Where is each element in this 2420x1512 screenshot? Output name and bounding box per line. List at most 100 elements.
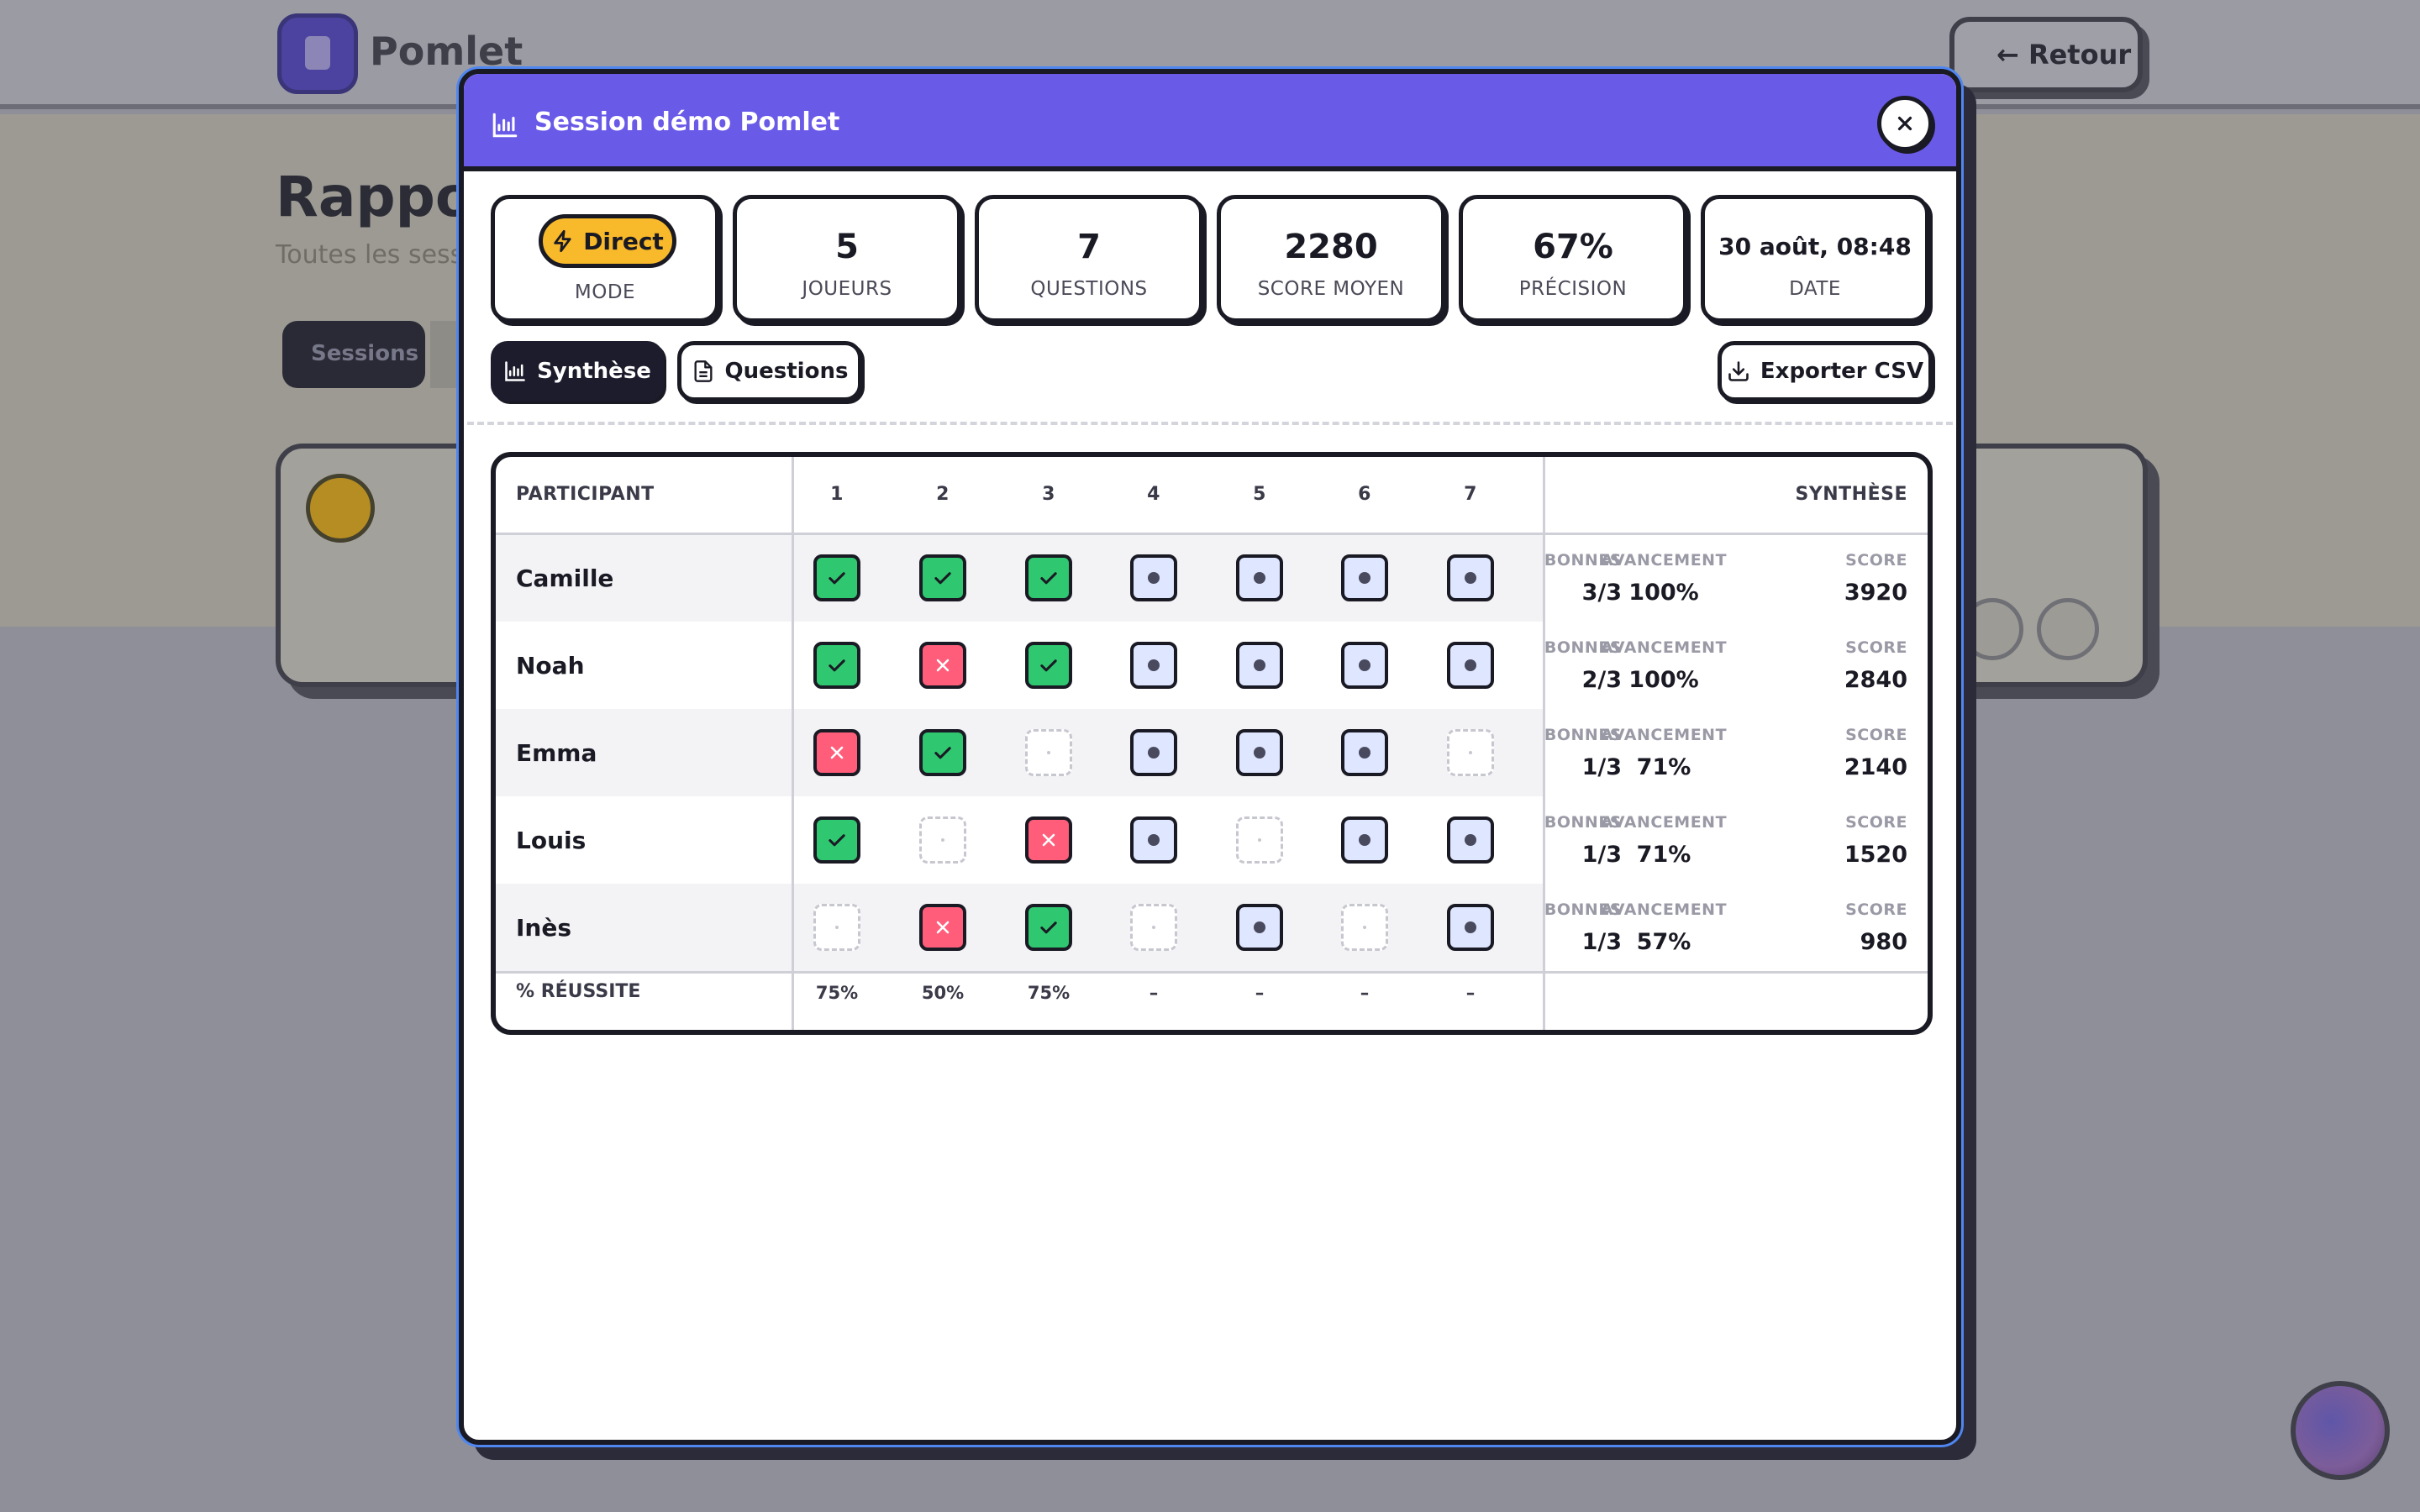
answer-cell-correct[interactable] — [919, 729, 966, 776]
pending-dot-icon — [1465, 659, 1476, 671]
tab-summary[interactable]: Synthèse — [491, 341, 664, 402]
answer-cell-pending[interactable] — [1447, 904, 1494, 951]
tab-questions-label: Questions — [724, 359, 849, 384]
no-answer-icon — [1363, 926, 1366, 929]
answer-cell-wrong[interactable] — [813, 729, 860, 776]
pending-dot-icon — [1254, 921, 1265, 933]
check-icon — [934, 747, 951, 759]
summary-value-score: 1520 — [1844, 842, 1907, 868]
no-answer-icon — [1469, 751, 1472, 754]
answer-cell-pending[interactable] — [1341, 642, 1388, 689]
answer-cell-pending[interactable] — [1447, 642, 1494, 689]
stat-mode: Direct MODE — [491, 195, 719, 323]
summary-label-score: SCORE — [1845, 726, 1907, 744]
answer-cell-empty[interactable] — [813, 904, 860, 951]
stat-label: JOUEURS — [802, 278, 892, 300]
participant-name: Louis — [516, 827, 587, 854]
back-button: ← Retour — [1949, 17, 2143, 92]
answer-cell-pending[interactable] — [1341, 816, 1388, 864]
answer-cell-pending[interactable] — [1130, 554, 1177, 601]
cross-icon — [830, 746, 844, 759]
answer-cell-wrong[interactable] — [1025, 816, 1072, 864]
stat-value: 30 août, 08:48 — [1718, 233, 1912, 260]
summary-label-score: SCORE — [1845, 813, 1907, 832]
answer-cell-empty[interactable] — [1130, 904, 1177, 951]
success-rate: 75% — [1027, 983, 1071, 1003]
pending-dot-icon — [1148, 834, 1160, 846]
answer-cell-pending[interactable] — [1447, 816, 1494, 864]
answer-cell-pending[interactable] — [1341, 729, 1388, 776]
row-divider — [496, 971, 1928, 974]
stat-label: DATE — [1789, 278, 1841, 300]
cross-icon — [936, 921, 950, 934]
tab-sessions: Sessions — [282, 321, 425, 388]
header-question: 3 — [1042, 484, 1055, 505]
answer-cell-pending[interactable] — [1341, 554, 1388, 601]
document-icon — [694, 360, 713, 382]
answer-cell-wrong[interactable] — [919, 904, 966, 951]
answer-cell-empty[interactable] — [1447, 729, 1494, 776]
close-button[interactable] — [1877, 96, 1933, 151]
cross-icon — [1042, 833, 1055, 847]
header-summary: SYNTHÈSE — [1795, 484, 1907, 505]
summary-label-score: SCORE — [1845, 900, 1907, 919]
answer-cell-wrong[interactable] — [919, 642, 966, 689]
answer-cell-pending[interactable] — [1236, 904, 1283, 951]
answer-cell-correct[interactable] — [1025, 904, 1072, 951]
check-icon — [829, 659, 845, 672]
answer-cell-pending[interactable] — [1236, 642, 1283, 689]
answer-cell-pending[interactable] — [1447, 554, 1494, 601]
answer-cell-correct[interactable] — [813, 642, 860, 689]
stat-value: 67% — [1533, 228, 1613, 266]
summary-label-progress: AVANCEMENT — [1600, 813, 1728, 832]
answer-cell-empty[interactable] — [1025, 729, 1072, 776]
no-answer-icon — [941, 838, 944, 842]
summary-value-progress: 71% — [1636, 842, 1691, 868]
answer-cell-correct[interactable] — [813, 554, 860, 601]
export-csv-label: Exporter CSV — [1760, 359, 1924, 384]
divider — [467, 422, 1953, 425]
answer-cell-pending[interactable] — [1236, 729, 1283, 776]
export-csv-button[interactable]: Exporter CSV — [1718, 341, 1933, 402]
summary-label-score: SCORE — [1845, 638, 1907, 657]
summary-value-progress: 57% — [1636, 929, 1691, 955]
close-icon — [1897, 116, 1912, 131]
stat-questions: 7 QUESTIONS — [975, 195, 1203, 323]
pending-dot-icon — [1148, 659, 1160, 671]
header-question: 2 — [936, 484, 950, 505]
stat-value: 5 — [835, 228, 859, 266]
summary-label-score: SCORE — [1845, 551, 1907, 570]
pending-dot-icon — [1359, 659, 1370, 671]
answer-cell-pending[interactable] — [1236, 554, 1283, 601]
answer-cell-correct[interactable] — [1025, 642, 1072, 689]
answer-cell-correct[interactable] — [1025, 554, 1072, 601]
check-icon — [1040, 921, 1057, 934]
check-icon — [934, 572, 951, 585]
answer-cell-correct[interactable] — [813, 816, 860, 864]
check-icon — [1040, 659, 1057, 672]
pending-dot-icon — [1254, 659, 1265, 671]
answer-cell-pending[interactable] — [1130, 642, 1177, 689]
download-icon — [1728, 361, 1749, 381]
success-rate: – — [1360, 983, 1370, 1003]
summary-value-score: 980 — [1860, 929, 1907, 955]
no-answer-icon — [1047, 751, 1050, 754]
no-answer-icon — [1258, 838, 1261, 842]
answer-cell-empty[interactable] — [919, 816, 966, 864]
cross-icon — [936, 659, 950, 672]
summary-value-score: 2140 — [1844, 754, 1907, 780]
tab-questions[interactable]: Questions — [677, 341, 862, 402]
answer-cell-correct[interactable] — [919, 554, 966, 601]
stat-label: QUESTIONS — [1030, 278, 1148, 300]
answer-cell-pending[interactable] — [1130, 816, 1177, 864]
check-icon — [829, 834, 845, 847]
back-button-label: ← Retour — [1996, 39, 2132, 71]
answer-cell-pending[interactable] — [1130, 729, 1177, 776]
header-question: 5 — [1253, 484, 1266, 505]
summary-label-progress: AVANCEMENT — [1600, 551, 1728, 570]
bar-chart-icon — [492, 113, 518, 138]
pending-dot-icon — [1254, 572, 1265, 584]
answer-cell-empty[interactable] — [1236, 816, 1283, 864]
answer-cell-empty[interactable] — [1341, 904, 1388, 951]
summary-value-score: 3920 — [1844, 580, 1907, 606]
